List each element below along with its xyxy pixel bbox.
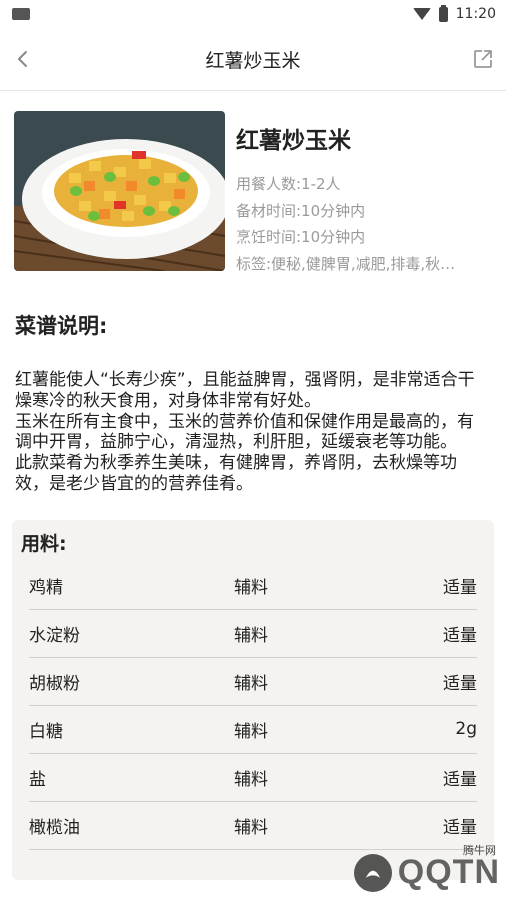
battery-icon <box>438 4 448 22</box>
ingredient-type: 辅料 <box>234 769 268 790</box>
ingredient-name: 鸡精 <box>29 577 63 598</box>
ingredient-name: 盐 <box>29 769 46 790</box>
servings: 用餐人数:1-2人 <box>236 175 341 193</box>
back-button[interactable] <box>0 36 46 82</box>
recipe-title: 红薯炒玉米 <box>236 128 351 154</box>
ingredient-amount: 2g <box>455 719 477 740</box>
ingredient-row: 鸡精 辅料 适量 <box>29 562 477 610</box>
ingredient-row: 橄榄油 辅料 适量 <box>29 802 477 850</box>
ingredients-panel: 用料: 鸡精 辅料 适量 水淀粉 辅料 适量 胡椒粉 辅料 适量 白糖 辅料 2… <box>12 519 494 880</box>
recipe-header: 红薯炒玉米 用餐人数:1-2人 备材时间:10分钟内 烹饪时间:10分钟内 标签… <box>0 91 506 277</box>
prep-time: 备材时间:10分钟内 <box>236 201 366 220</box>
ingredient-row: 盐 辅料 适量 <box>29 754 477 802</box>
ingredient-type: 辅料 <box>234 673 268 694</box>
ingredients-heading: 用料: <box>21 532 67 555</box>
ingredient-type: 辅料 <box>234 625 268 646</box>
ingredient-row: 水淀粉 辅料 适量 <box>29 610 477 658</box>
ingredient-amount: 适量 <box>443 625 477 646</box>
nav-bar: 红薯炒玉米 <box>0 28 506 91</box>
watermark: QQTN <box>353 853 500 892</box>
page-title: 红薯炒玉米 <box>205 49 301 72</box>
ingredient-name: 白糖 <box>29 721 63 742</box>
status-bar: 11:20 <box>0 0 506 28</box>
description-heading: 菜谱说明: <box>15 314 108 338</box>
description-paragraph: 玉米在所有主食中，玉米的营养价值和保健作用是最高的，有调中开胃，益肺宁心，清湿热… <box>15 411 474 453</box>
share-button[interactable] <box>460 36 506 82</box>
tags: 标签:便秘,健脾胃,减肥,排毒,秋… <box>236 254 456 273</box>
cook-time: 烹饪时间:10分钟内 <box>236 228 366 246</box>
recipe-meta: 红薯炒玉米 用餐人数:1-2人 备材时间:10分钟内 烹饪时间:10分钟内 标签… <box>236 111 492 277</box>
ingredient-amount: 适量 <box>443 673 477 694</box>
ingredient-amount: 适量 <box>443 769 477 790</box>
clock: 11:20 <box>455 6 496 22</box>
description-paragraph: 此款菜肴为秋季养生美味，有健脾胃，养肾阴，去秋燥等功效，是老少皆宜的的营养佳肴。 <box>15 453 457 494</box>
ingredient-amount: 适量 <box>443 817 477 838</box>
ingredient-amount: 适量 <box>443 577 477 598</box>
ingredient-row: 胡椒粉 辅料 适量 <box>29 658 477 706</box>
recipe-photo <box>14 111 225 271</box>
watermark-text: QQTN <box>397 853 500 891</box>
notification-icon <box>12 8 30 20</box>
ingredient-type: 辅料 <box>234 721 268 742</box>
wifi-icon <box>412 8 431 20</box>
ingredient-row: 白糖 辅料 2g <box>29 706 477 754</box>
ingredient-name: 水淀粉 <box>29 625 80 646</box>
share-icon <box>474 50 492 68</box>
description: 红薯能使人“长寿少疾”，且能益脾胃，强肾阴，是非常适合干燥寒冷的秋天食用，对身体… <box>15 370 490 495</box>
chevron-left-icon <box>18 51 27 67</box>
description-paragraph: 红薯能使人“长寿少疾”，且能益脾胃，强肾阴，是非常适合干燥寒冷的秋天食用，对身体… <box>15 370 475 411</box>
ingredient-type: 辅料 <box>234 817 268 838</box>
watermark-logo-icon <box>353 853 392 892</box>
ingredient-type: 辅料 <box>234 577 268 598</box>
ingredient-name: 橄榄油 <box>29 817 80 838</box>
ingredient-name: 胡椒粉 <box>29 673 80 694</box>
